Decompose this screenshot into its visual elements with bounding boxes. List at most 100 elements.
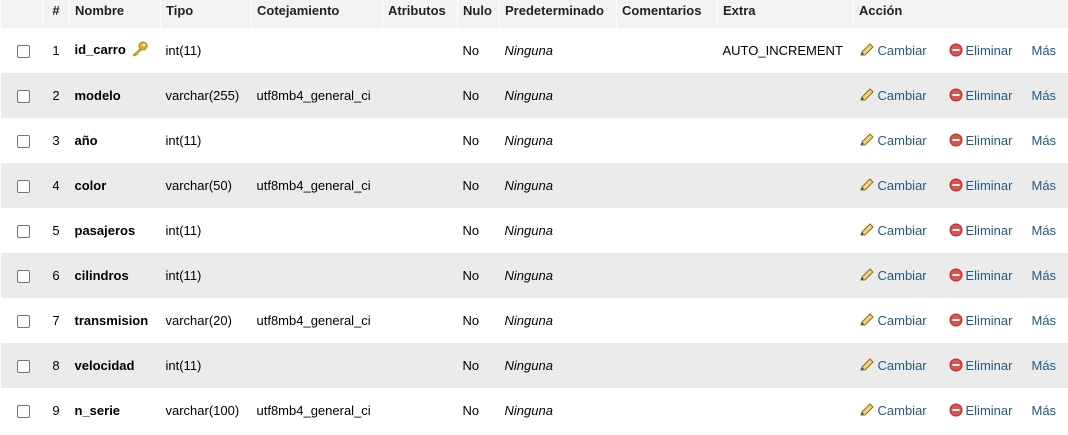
row-checkbox[interactable] <box>16 180 30 194</box>
change-button[interactable]: Cambiar <box>859 178 927 193</box>
header-type[interactable]: Tipo <box>160 0 252 28</box>
more-dropdown[interactable]: Más <box>1032 43 1057 58</box>
header-attributes[interactable]: Atributos <box>382 0 458 28</box>
more-dropdown[interactable]: Más <box>1032 133 1057 148</box>
row-checkbox[interactable] <box>16 225 30 239</box>
table-row[interactable]: 6 cilindros int(11) No Ninguna Cambiar Elimina… <box>0 253 1068 298</box>
row-checkbox[interactable] <box>16 270 30 284</box>
header-comments[interactable]: Comentarios <box>616 0 718 28</box>
delete-circle-icon <box>949 403 962 417</box>
drop-button[interactable]: Eliminar <box>949 403 1013 418</box>
table-row[interactable]: 3 año int(11) No Ninguna Cambiar Eliminar Más <box>0 118 1068 163</box>
column-extra: AUTO_INCREMENT <box>717 28 854 73</box>
more-cell: Más <box>1026 298 1068 343</box>
column-type: varchar(50) <box>160 163 252 208</box>
header-name[interactable]: Nombre <box>69 0 161 28</box>
column-type: int(11) <box>160 343 252 388</box>
drop-label: Eliminar <box>965 223 1013 238</box>
table-row[interactable]: 5 pasajeros int(11) No Ninguna Cambiar Elimina… <box>0 208 1068 253</box>
column-null: No <box>457 298 500 343</box>
more-cell: Más <box>1026 73 1068 118</box>
change-button[interactable]: Cambiar <box>859 133 927 148</box>
more-dropdown[interactable]: Más <box>1032 403 1057 418</box>
drop-button[interactable]: Eliminar <box>949 178 1012 193</box>
more-dropdown[interactable]: Más <box>1032 88 1057 103</box>
table-row[interactable]: 2 modelo varchar(255) utf8mb4_general_ci No N… <box>0 73 1068 118</box>
change-button[interactable]: Cambiar <box>859 223 927 238</box>
header-null[interactable]: Nulo <box>457 0 500 28</box>
header-extra[interactable]: Extra <box>717 0 854 28</box>
change-button[interactable]: Cambiar <box>859 88 927 103</box>
column-default: Ninguna <box>499 298 617 343</box>
change-button[interactable]: Cambiar <box>859 358 927 373</box>
column-name-text: modelo <box>74 88 121 103</box>
more-dropdown[interactable]: Más <box>1032 178 1057 193</box>
row-select-cell <box>0 343 43 388</box>
more-dropdown[interactable]: Más <box>1032 223 1057 238</box>
change-cell: Cambiar <box>853 208 944 253</box>
drop-cell: Eliminar <box>943 208 1027 253</box>
column-null: No <box>457 388 500 433</box>
drop-cell: Eliminar <box>943 163 1027 208</box>
drop-button[interactable]: Eliminar <box>949 268 1012 283</box>
change-label: Cambiar <box>877 178 927 193</box>
table-row[interactable]: 8 velocidad int(11) No Ninguna Cambiar Elimina… <box>0 343 1068 388</box>
column-collation: utf8mb4_general_ci <box>251 163 383 208</box>
column-attributes <box>382 343 458 388</box>
row-checkbox[interactable] <box>16 45 30 59</box>
header-default[interactable]: Predeterminado <box>499 0 617 28</box>
drop-label: Eliminar <box>965 403 1013 418</box>
drop-label: Eliminar <box>965 313 1013 328</box>
drop-button[interactable]: Eliminar <box>949 88 1012 103</box>
column-extra <box>717 343 854 388</box>
drop-button[interactable]: Eliminar <box>949 223 1013 238</box>
table-row[interactable]: 4 color varchar(50) utf8mb4_general_ci No Nin… <box>0 163 1068 208</box>
change-cell: Cambiar <box>853 253 944 298</box>
delete-circle-icon <box>949 43 962 57</box>
row-checkbox[interactable] <box>16 135 30 149</box>
change-button[interactable]: Cambiar <box>859 43 927 58</box>
change-button[interactable]: Cambiar <box>859 313 927 328</box>
column-default: Ninguna <box>499 208 617 253</box>
column-comments <box>616 28 718 73</box>
table-row[interactable]: 7 transmision varchar(20) utf8mb4_general_c… <box>0 298 1068 343</box>
change-button[interactable]: Cambiar <box>859 403 927 418</box>
row-select-cell <box>0 253 43 298</box>
row-checkbox[interactable] <box>16 315 30 329</box>
change-cell: Cambiar <box>853 73 944 118</box>
column-attributes <box>382 73 458 118</box>
more-dropdown[interactable]: Más <box>1032 313 1057 328</box>
column-comments <box>616 163 718 208</box>
drop-button[interactable]: Eliminar <box>949 133 1012 148</box>
column-attributes <box>382 253 458 298</box>
column-default: Ninguna <box>499 388 617 433</box>
row-checkbox[interactable] <box>16 405 30 419</box>
column-null: No <box>457 343 500 388</box>
column-collation <box>251 343 383 388</box>
row-checkbox[interactable] <box>16 90 30 104</box>
more-dropdown[interactable]: Más <box>1032 268 1057 283</box>
column-default: Ninguna <box>499 73 617 118</box>
row-number: 8 <box>42 343 70 388</box>
column-null: No <box>457 208 500 253</box>
drop-button[interactable]: Eliminar <box>949 43 1012 58</box>
column-default: Ninguna <box>499 343 617 388</box>
change-label: Cambiar <box>877 313 927 328</box>
column-name: velocidad <box>69 343 161 388</box>
row-number: 6 <box>42 253 70 298</box>
drop-button[interactable]: Eliminar <box>949 358 1012 373</box>
table-row[interactable]: 1 id_carro int(11) No Ninguna AUTO_INCREMENT C… <box>0 28 1068 73</box>
more-cell: Más <box>1026 118 1068 163</box>
drop-button[interactable]: Eliminar <box>949 313 1013 328</box>
row-checkbox[interactable] <box>16 360 30 374</box>
header-collation[interactable]: Cotejamiento <box>251 0 383 28</box>
column-name: cilindros <box>69 253 161 298</box>
more-cell: Más <box>1026 163 1068 208</box>
change-button[interactable]: Cambiar <box>859 268 927 283</box>
change-label: Cambiar <box>877 133 927 148</box>
column-name: color <box>69 163 161 208</box>
row-select-cell <box>0 73 43 118</box>
table-row[interactable]: 9 n_serie varchar(100) utf8mb4_general_ci No… <box>0 388 1068 433</box>
column-name-text: año <box>74 133 98 148</box>
more-dropdown[interactable]: Más <box>1032 358 1057 373</box>
